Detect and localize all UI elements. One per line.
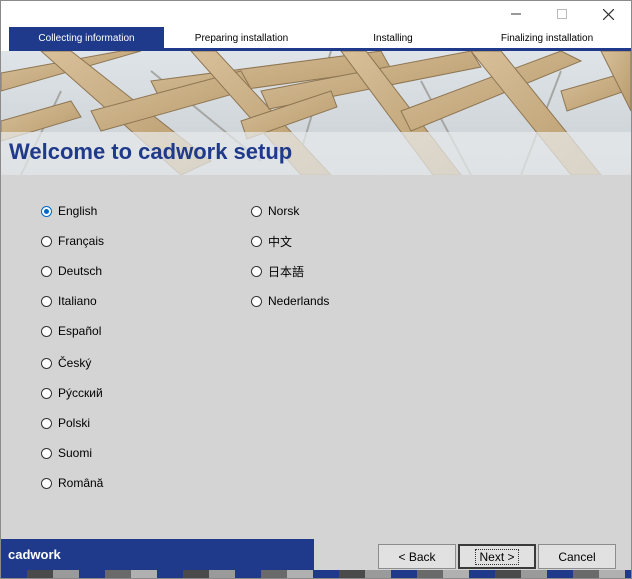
- radio-button[interactable]: [41, 265, 52, 277]
- radio-button[interactable]: [251, 295, 262, 307]
- radio-label: 日本語: [268, 264, 305, 279]
- radio-label: 中文: [268, 234, 293, 249]
- checker-tile: [261, 570, 287, 578]
- footer-checker-strip: [1, 570, 631, 578]
- checker-tile: [53, 570, 79, 578]
- checker-tile: [573, 570, 599, 578]
- radio-button[interactable]: [41, 387, 52, 399]
- radio-label: Română: [58, 476, 104, 490]
- radio-button-selected[interactable]: [41, 205, 52, 217]
- checker-tile: [495, 570, 521, 578]
- radio-chinese[interactable]: 中文: [251, 231, 292, 251]
- checker-tile: [209, 570, 235, 578]
- radio-button[interactable]: [41, 357, 52, 369]
- radio-english[interactable]: English: [41, 201, 97, 221]
- checker-tile: [235, 570, 261, 578]
- next-button[interactable]: Next >: [458, 544, 536, 569]
- checker-tile: [521, 570, 547, 578]
- brand-name: cadwork: [8, 547, 61, 562]
- banner-title-bar: Welcome to cadwork setup: [1, 132, 631, 175]
- installer-window: Collecting information Preparing install…: [0, 0, 632, 579]
- radio-norsk[interactable]: Norsk: [251, 201, 299, 221]
- header-banner: Welcome to cadwork setup: [1, 51, 631, 175]
- maximize-icon: [557, 9, 567, 19]
- checker-tile: [183, 570, 209, 578]
- close-icon: [602, 8, 614, 20]
- back-button[interactable]: < Back: [378, 544, 456, 569]
- radio-button[interactable]: [251, 265, 262, 277]
- minimize-icon: [511, 13, 521, 15]
- radio-japanese[interactable]: 日本語: [251, 261, 304, 281]
- radio-label: Suomi: [58, 446, 93, 460]
- minimize-button[interactable]: [493, 1, 539, 27]
- radio-suomi[interactable]: Suomi: [41, 443, 92, 463]
- radio-button[interactable]: [41, 325, 52, 337]
- radio-label: Français: [58, 234, 105, 248]
- step-finalizing-installation: Finalizing installation: [500, 33, 594, 44]
- close-button[interactable]: [585, 1, 631, 27]
- radio-nederlands[interactable]: Nederlands: [251, 291, 329, 311]
- checker-tile: [469, 570, 495, 578]
- checker-tile: [131, 570, 157, 578]
- checker-tile: [391, 570, 417, 578]
- checker-tile: [547, 570, 573, 578]
- radio-button[interactable]: [41, 417, 52, 429]
- radio-cesky[interactable]: Český: [41, 353, 91, 373]
- checker-tile: [27, 570, 53, 578]
- cancel-button[interactable]: Cancel: [538, 544, 616, 569]
- next-button-label: Next >: [475, 548, 519, 565]
- checker-tile: [79, 570, 105, 578]
- radio-label: Norsk: [268, 204, 300, 218]
- radio-russian[interactable]: Рýсский: [41, 383, 103, 403]
- title-bar: [1, 1, 631, 27]
- page-title: Welcome to cadwork setup: [9, 139, 293, 164]
- step-collecting-information: Collecting information: [9, 27, 164, 49]
- radio-button[interactable]: [41, 477, 52, 489]
- checker-tile: [417, 570, 443, 578]
- radio-romana[interactable]: Română: [41, 473, 103, 493]
- step-installing: Installing: [373, 33, 413, 44]
- radio-label: English: [58, 204, 98, 218]
- radio-button[interactable]: [251, 205, 262, 217]
- radio-polski[interactable]: Polski: [41, 413, 90, 433]
- radio-label: Рýсский: [58, 386, 103, 400]
- radio-deutsch[interactable]: Deutsch: [41, 261, 102, 281]
- radio-button[interactable]: [41, 447, 52, 459]
- radio-label: Český: [58, 356, 92, 370]
- footer-brand-bar: cadwork: [1, 539, 314, 570]
- checker-tile: [105, 570, 131, 578]
- back-button-label: < Back: [398, 549, 436, 564]
- checker-tile: [443, 570, 469, 578]
- checker-tile: [313, 570, 339, 578]
- radio-label: Español: [58, 324, 102, 338]
- radio-button[interactable]: [251, 235, 262, 247]
- checker-tile: [625, 570, 631, 578]
- checker-tile: [287, 570, 313, 578]
- checker-tile: [365, 570, 391, 578]
- radio-button[interactable]: [41, 295, 52, 307]
- radio-label: Deutsch: [58, 264, 103, 278]
- checker-tile: [339, 570, 365, 578]
- checker-tile: [1, 570, 27, 578]
- checker-tile: [157, 570, 183, 578]
- cancel-button-label: Cancel: [558, 549, 596, 564]
- step-preparing-installation: Preparing installation: [194, 33, 289, 44]
- radio-label: Italiano: [58, 294, 97, 308]
- radio-francais[interactable]: Français: [41, 231, 104, 251]
- radio-label: Polski: [58, 416, 91, 430]
- radio-italiano[interactable]: Italiano: [41, 291, 97, 311]
- maximize-button[interactable]: [539, 1, 585, 27]
- checker-tile: [599, 570, 625, 578]
- radio-label: Nederlands: [268, 294, 330, 308]
- radio-espanol[interactable]: Español: [41, 321, 101, 341]
- radio-button[interactable]: [41, 235, 52, 247]
